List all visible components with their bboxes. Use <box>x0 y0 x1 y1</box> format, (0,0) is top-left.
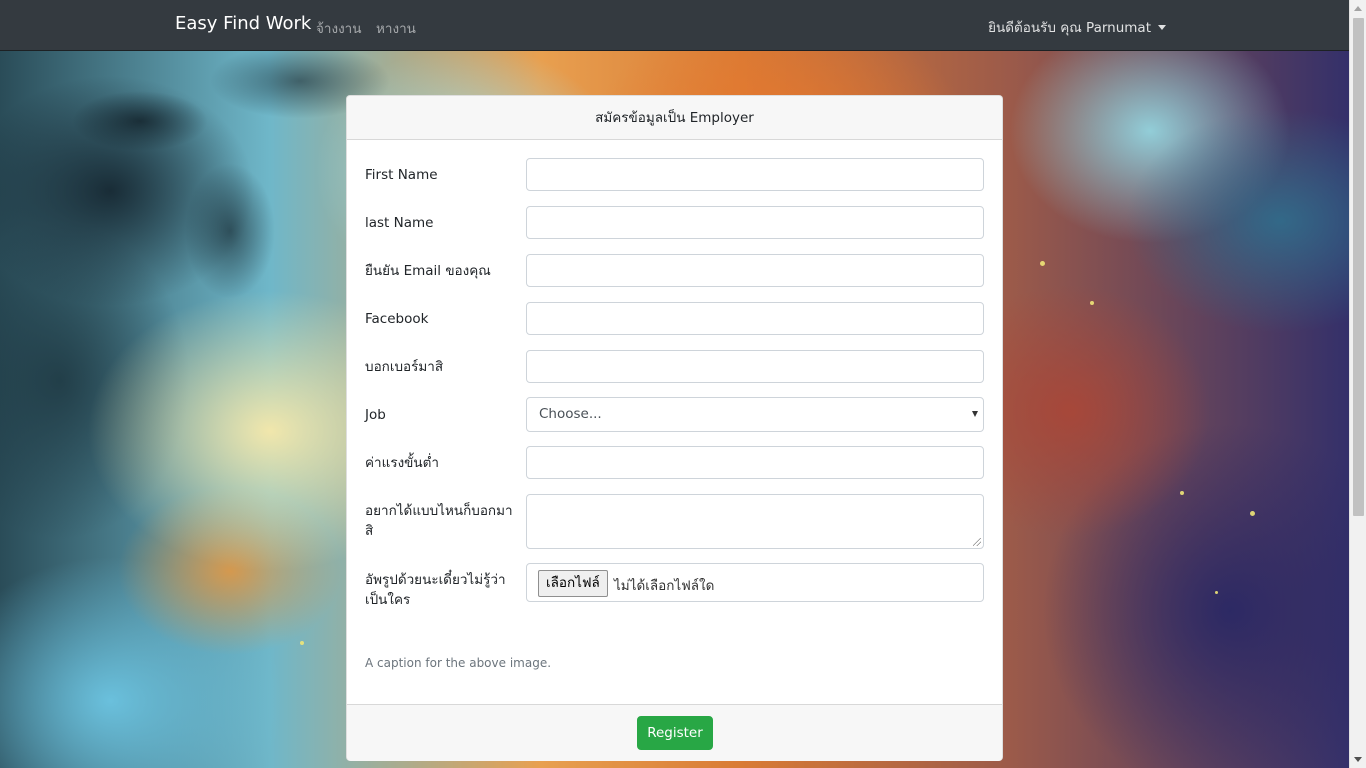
photo-label: อัพรูปด้วยนะเดี๋ยวไม่รู้ว่าเป็นใคร <box>365 572 506 608</box>
image-caption: A caption for the above image. <box>365 656 552 670</box>
background-spark <box>1090 301 1094 305</box>
employer-registration-card: สมัครข้อมูลเป็น Employer First Name last… <box>346 95 1003 761</box>
phone-input[interactable] <box>526 350 984 383</box>
email-label: ยืนยัน Email ของคุณ <box>365 263 491 279</box>
scroll-down-arrow-icon[interactable] <box>1354 757 1362 762</box>
card-title: สมัครข้อมูลเป็น Employer <box>347 96 1002 140</box>
job-label: Job <box>365 407 386 423</box>
job-select-value: Choose... <box>539 406 602 422</box>
scroll-up-arrow-icon[interactable] <box>1354 6 1362 11</box>
register-button[interactable]: Register <box>637 716 713 750</box>
photo-file-input[interactable]: เลือกไฟล์ ไม่ได้เลือกไฟล์ใด <box>526 563 984 602</box>
scrollbar-thumb[interactable] <box>1353 18 1364 516</box>
wish-label: อยากได้แบบไหนก็บอกมาสิ <box>365 503 513 539</box>
nav-link-find-job[interactable]: หางาน <box>376 17 416 39</box>
min-wage-label: ค่าแรงขั้นต่ำ <box>365 455 439 471</box>
phone-label: บอกเบอร์มาสิ <box>365 359 444 375</box>
email-input[interactable] <box>526 254 984 287</box>
wish-textarea[interactable] <box>526 494 984 549</box>
nav-link-hire[interactable]: จ้างงาน <box>316 17 361 39</box>
choose-file-button[interactable]: เลือกไฟล์ <box>538 570 608 597</box>
background-spark <box>1215 591 1218 594</box>
brand-link[interactable]: Easy Find Work <box>175 13 311 34</box>
background-spark <box>1180 491 1184 495</box>
min-wage-input[interactable] <box>526 446 984 479</box>
user-greeting: ยินดีต้อนรับ คุณ Parnumat <box>988 20 1151 36</box>
caret-down-icon <box>1158 24 1166 30</box>
navbar: Easy Find Work จ้างงาน หางาน ยินดีต้อนรั… <box>0 0 1349 51</box>
card-footer: Register <box>347 704 1002 761</box>
background-spark <box>300 641 304 645</box>
page-scrollbar[interactable] <box>1349 0 1366 768</box>
last-name-label: last Name <box>365 215 434 231</box>
last-name-input[interactable] <box>526 206 984 239</box>
user-menu-dropdown[interactable]: ยินดีต้อนรับ คุณ Parnumat <box>988 16 1166 38</box>
facebook-input[interactable] <box>526 302 984 335</box>
background-spark <box>1040 261 1045 266</box>
background-spark <box>1250 511 1255 516</box>
facebook-label: Facebook <box>365 311 429 327</box>
file-status-text: ไม่ได้เลือกไฟล์ใด <box>614 578 715 594</box>
job-select[interactable]: Choose... <box>526 397 984 432</box>
select-arrow-icon <box>972 411 978 417</box>
first-name-input[interactable] <box>526 158 984 191</box>
first-name-label: First Name <box>365 167 438 183</box>
resize-grip-icon[interactable] <box>973 538 981 546</box>
